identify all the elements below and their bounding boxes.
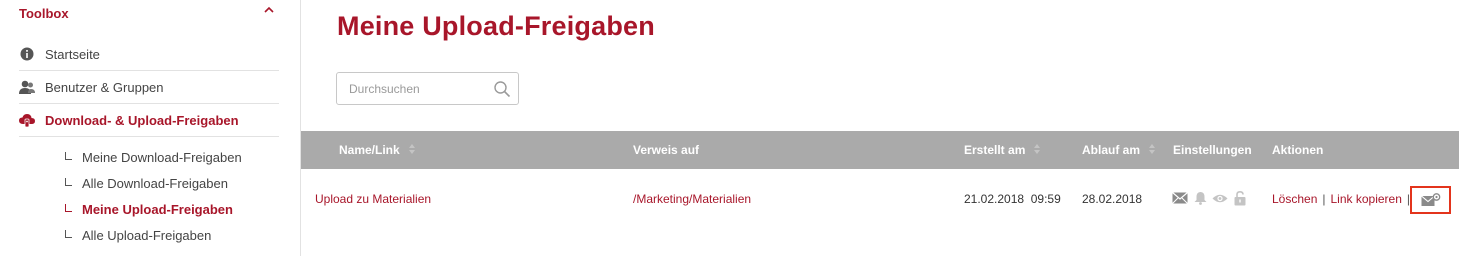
chevron-up-icon[interactable] xyxy=(262,3,276,17)
eye-icon[interactable] xyxy=(1212,191,1228,205)
column-header-verweis: Verweis auf xyxy=(633,143,700,157)
mail-settings-button[interactable] xyxy=(1410,186,1451,214)
toolbox-header[interactable]: Toolbox xyxy=(0,0,300,30)
sidebar-subitem-meine-upload-freigaben[interactable]: Meine Upload-Freigaben xyxy=(65,202,233,217)
bell-icon[interactable] xyxy=(1192,191,1208,205)
created-date: 21.02.2018 09:59 xyxy=(964,192,1061,206)
users-icon xyxy=(19,79,35,95)
sidebar-subitem-label: Alle Download-Freigaben xyxy=(82,176,228,191)
column-header-erstellt[interactable]: Erstellt am xyxy=(964,131,1041,169)
column-header-einstellungen: Einstellungen xyxy=(1173,143,1252,157)
cloud-share-icon xyxy=(19,112,35,128)
page-title: Meine Upload-Freigaben xyxy=(337,11,655,41)
column-header-aktionen: Aktionen xyxy=(1272,143,1324,157)
column-header-name[interactable]: Name/Link xyxy=(339,131,416,169)
sort-icon[interactable] xyxy=(408,143,416,155)
column-header-ablauf[interactable]: Ablauf am xyxy=(1082,131,1156,169)
sort-icon[interactable] xyxy=(1148,143,1156,155)
search-input[interactable] xyxy=(349,73,489,104)
sort-icon[interactable] xyxy=(1033,143,1041,155)
mail-icon[interactable] xyxy=(1172,191,1188,205)
tree-branch-icon xyxy=(65,204,72,212)
tree-branch-icon xyxy=(65,178,72,186)
tree-branch-icon xyxy=(65,152,72,160)
row-actions: Löschen | Link kopieren | xyxy=(1272,192,1415,206)
sidebar-item-benutzer-gruppen[interactable]: Benutzer & Gruppen xyxy=(19,71,279,104)
target-path-link[interactable]: /Marketing/Materialien xyxy=(633,192,751,206)
info-icon xyxy=(19,46,35,62)
settings-icons xyxy=(1172,190,1248,205)
sidebar-item-startseite[interactable]: Startseite xyxy=(19,38,279,71)
tree-branch-icon xyxy=(65,230,72,238)
sidebar-subitem-label: Alle Upload-Freigaben xyxy=(82,228,212,243)
table-row: Upload zu Materialien /Marketing/Materia… xyxy=(301,169,1459,229)
mail-settings-icon xyxy=(1420,193,1440,206)
sidebar-subitem-alle-upload-freigaben[interactable]: Alle Upload-Freigaben xyxy=(65,228,211,243)
sidebar-subitem-alle-download-freigaben[interactable]: Alle Download-Freigaben xyxy=(65,176,228,191)
sidebar-subitem-meine-download-freigaben[interactable]: Meine Download-Freigaben xyxy=(65,150,242,165)
sidebar-subitem-label: Meine Upload-Freigaben xyxy=(82,202,233,217)
share-name-link[interactable]: Upload zu Materialien xyxy=(315,192,431,206)
delete-link[interactable]: Löschen xyxy=(1272,192,1317,206)
toolbox-title: Toolbox xyxy=(19,6,69,21)
action-separator: | xyxy=(1322,192,1326,206)
unlock-icon[interactable] xyxy=(1232,190,1248,205)
sidebar-item-label: Benutzer & Gruppen xyxy=(45,79,164,95)
sidebar: Toolbox Startseite Benutzer & Gruppen Do… xyxy=(0,0,301,256)
expiry-date: 28.02.2018 xyxy=(1082,192,1143,206)
search-icon[interactable] xyxy=(493,80,511,98)
search-box xyxy=(336,72,519,105)
sidebar-subitem-label: Meine Download-Freigaben xyxy=(82,150,242,165)
sidebar-item-label: Download- & Upload-Freigaben xyxy=(45,112,239,128)
sidebar-item-download-upload-freigaben[interactable]: Download- & Upload-Freigaben xyxy=(19,104,279,137)
table-header: Name/Link Verweis auf Erstellt am Ablauf… xyxy=(301,131,1459,169)
copy-link-link[interactable]: Link kopieren xyxy=(1331,192,1402,206)
sidebar-item-label: Startseite xyxy=(45,46,100,62)
